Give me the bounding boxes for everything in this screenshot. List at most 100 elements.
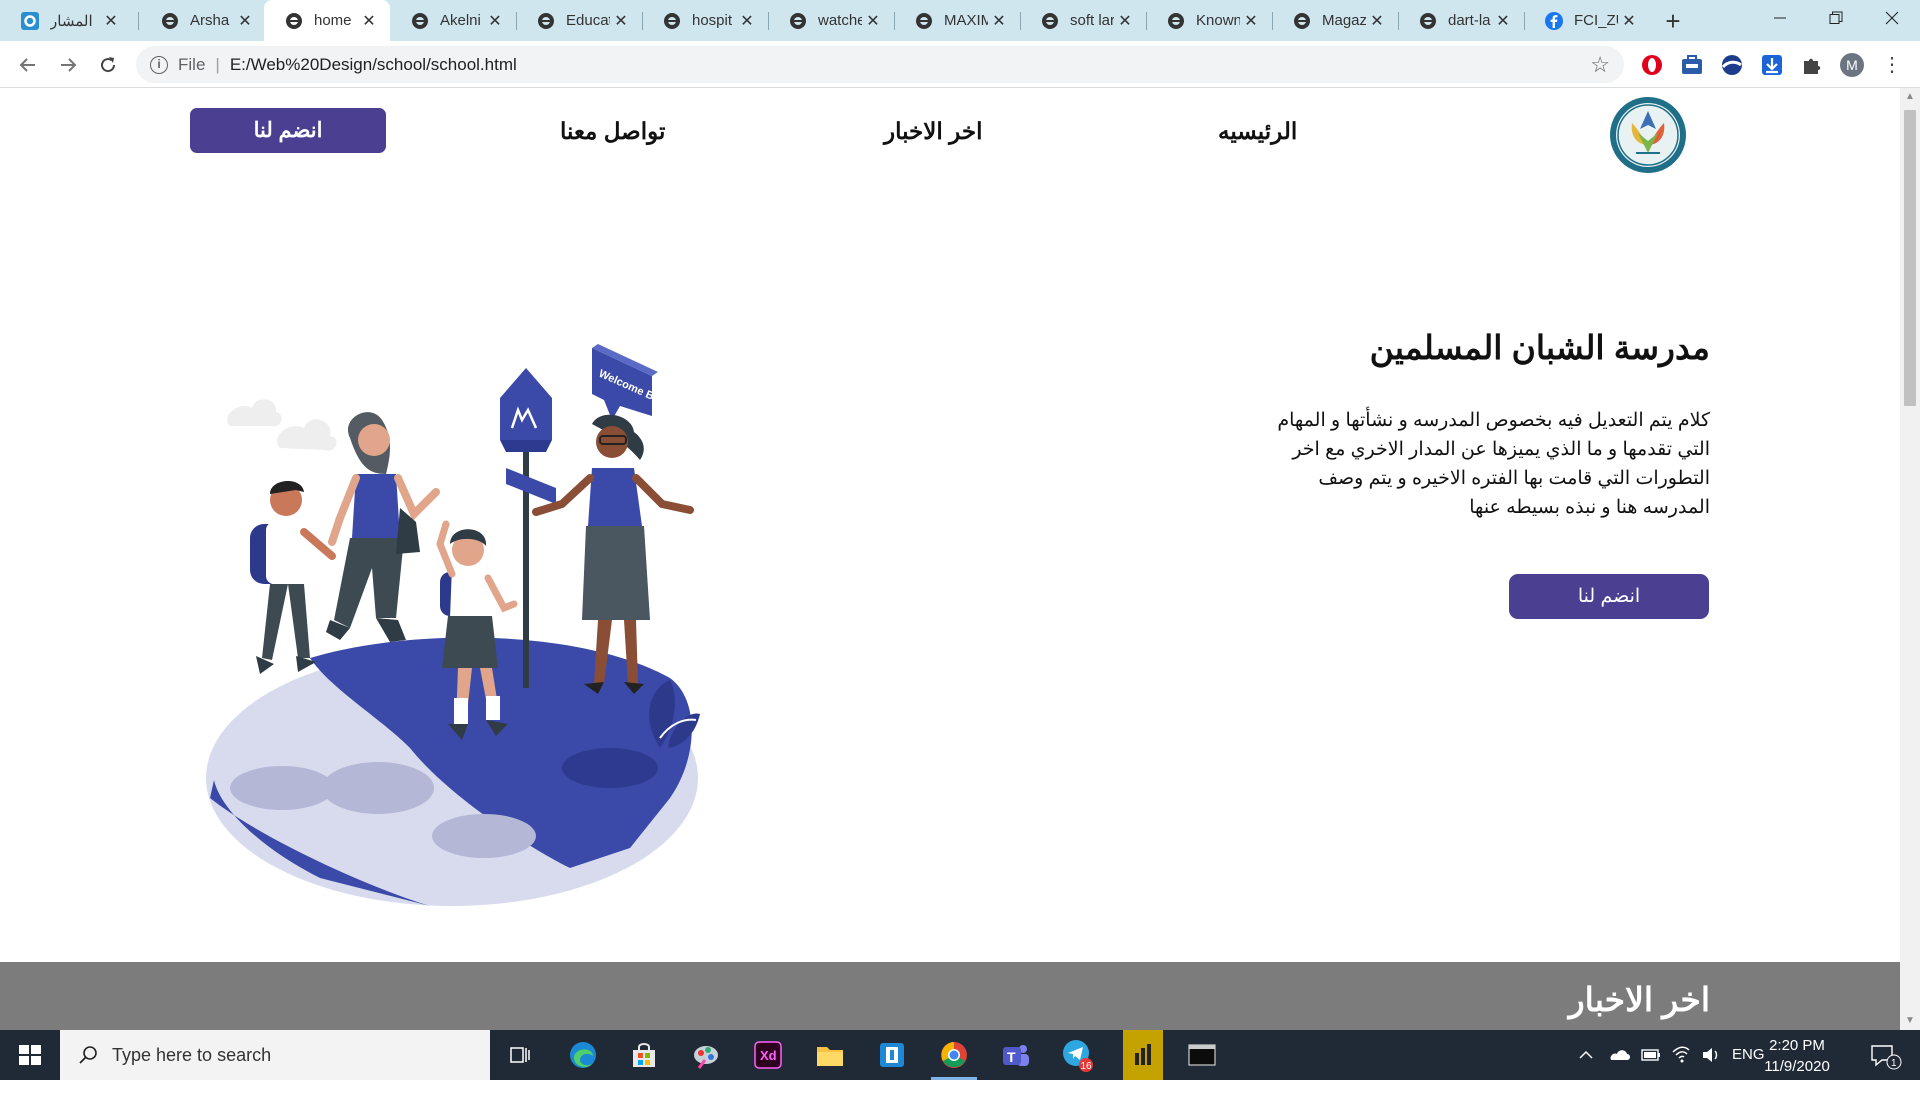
scroll-down-icon[interactable]: ▼ [1900,1012,1920,1030]
school-logo[interactable] [1608,95,1688,175]
close-tab-icon[interactable]: ✕ [234,11,256,31]
scrollbar-thumb[interactable] [1904,110,1916,406]
globe-icon [1040,11,1060,31]
tab-title: Arsha [190,12,230,29]
minimize-button[interactable] [1752,0,1808,41]
opera-extension-icon[interactable] [1640,53,1664,77]
latest-news-section: اخر الاخبار [0,962,1900,1030]
notification-center-icon[interactable]: 1 [1866,1030,1906,1080]
tab-soft-lar[interactable]: soft lar ✕ [1020,0,1146,41]
tab-home[interactable]: home ✕ [264,0,390,41]
hero-illustration: Welcome Back! [200,328,720,908]
close-tab-icon[interactable]: ✕ [484,11,506,31]
close-tab-icon[interactable]: ✕ [100,11,122,31]
onedrive-icon[interactable] [1608,1030,1630,1080]
page-scrollbar[interactable]: ▲ ▼ [1900,88,1920,1030]
task-view-icon[interactable] [503,1038,537,1072]
paint-app-icon[interactable] [689,1038,723,1072]
start-button[interactable] [0,1030,60,1080]
hero-description: كلام يتم التعديل فيه بخصوص المدرسه و نشأ… [1277,410,1710,518]
snipping-tool-icon[interactable] [875,1038,909,1072]
show-hidden-icons[interactable] [1578,1030,1594,1080]
restore-icon [1829,11,1843,24]
chrome-icon[interactable] [937,1038,971,1072]
close-tab-icon[interactable]: ✕ [1114,11,1136,31]
address-bar[interactable]: i File | E:/Web%20Design/school/school.h… [136,46,1624,83]
battery-icon[interactable] [1640,1030,1662,1080]
forward-button[interactable] [52,49,84,81]
globe-icon [788,11,808,31]
tab-watche[interactable]: watche ✕ [768,0,894,41]
facebook-icon [1544,11,1564,31]
store-icon[interactable] [627,1038,661,1072]
globe-extension-icon[interactable] [1720,53,1744,77]
tab-title: hospit [692,12,733,29]
url-text[interactable]: E:/Web%20Design/school/school.html [230,55,517,75]
close-tab-icon[interactable]: ✕ [736,11,758,31]
tab-arsha[interactable]: Arsha ✕ [140,0,266,41]
tab-educat[interactable]: Educat ✕ [516,0,642,41]
telegram-icon[interactable]: 16 [1061,1038,1095,1072]
nav-home-link[interactable]: الرئيسيه [1218,118,1297,145]
tab-dart-la[interactable]: dart-la ✕ [1398,0,1524,41]
hero-join-button[interactable]: انضم لنا [1509,574,1709,619]
file-explorer-icon[interactable] [813,1038,847,1072]
site-info-icon[interactable]: i [150,55,168,74]
tab-known[interactable]: Known ✕ [1146,0,1272,41]
restore-button[interactable] [1808,0,1864,41]
back-button[interactable] [12,49,44,81]
tab-title: Magaz [1322,12,1366,29]
close-tab-icon[interactable]: ✕ [358,11,380,31]
close-tab-icon[interactable]: ✕ [988,11,1010,31]
volume-icon[interactable] [1700,1030,1722,1080]
globe-icon [1418,11,1438,31]
adobe-xd-icon[interactable]: Xd [751,1038,785,1072]
extensions-puzzle-icon[interactable] [1800,53,1824,77]
globe-icon [284,11,304,31]
tab-magaz[interactable]: Magaz ✕ [1272,0,1398,41]
tab-maxim[interactable]: MAXIM ✕ [894,0,1020,41]
scroll-up-icon[interactable]: ▲ [1900,88,1920,106]
terminal-icon[interactable] [1185,1038,1219,1072]
nav-join-button[interactable]: انضم لنا [190,108,386,153]
new-tab-button[interactable]: + [1656,4,1690,38]
tab-fci-zu[interactable]: FCI_ZU ✕ [1524,0,1650,41]
download-extension-icon[interactable] [1760,53,1784,77]
close-window-button[interactable] [1864,0,1920,41]
tab-title: Akelni [440,12,481,29]
tab-title: Educat [566,12,610,29]
wifi-icon[interactable] [1670,1030,1692,1080]
teams-icon[interactable]: T [999,1038,1033,1072]
bookmark-star-icon[interactable]: ☆ [1590,52,1610,78]
edge-browser-icon[interactable] [566,1038,600,1072]
close-tab-icon[interactable]: ✕ [1618,11,1640,31]
tab-title: FCI_ZU [1574,12,1618,29]
site-navbar: الرئيسيه اخر الاخبار تواصل معنا انضم لنا [0,88,1900,178]
tab-hospit[interactable]: hospit ✕ [642,0,768,41]
power-bi-icon[interactable] [1123,1030,1163,1080]
briefcase-extension-icon[interactable] [1680,53,1704,77]
nav-news-link[interactable]: اخر الاخبار [884,118,982,145]
reload-button[interactable] [92,49,124,81]
globe-icon [160,11,180,31]
close-tab-icon[interactable]: ✕ [1366,11,1388,31]
close-tab-icon[interactable]: ✕ [610,11,632,31]
cloud-icon [227,399,337,451]
globe-icon [410,11,430,31]
tab-almashar[interactable]: المشار ✕ [0,0,132,41]
url-divider: | [215,54,220,74]
tab-separator [138,12,139,30]
boy-figure [250,480,336,674]
close-tab-icon[interactable]: ✕ [1240,11,1262,31]
close-tab-icon[interactable]: ✕ [862,11,884,31]
system-clock[interactable]: 2:20 PM 11/9/2020 [1752,1035,1842,1077]
browser-menu-icon[interactable]: ⋮ [1880,53,1904,77]
reload-icon [101,57,116,73]
nav-contact-link[interactable]: تواصل معنا [560,118,665,145]
svg-text:Xd: Xd [760,1048,777,1063]
taskbar-search-box[interactable]: Type here to search [60,1030,490,1080]
tab-akelni[interactable]: Akelni ✕ [390,0,516,41]
profile-avatar[interactable]: M [1840,53,1864,77]
close-tab-icon[interactable]: ✕ [1492,11,1514,31]
tab-title: dart-la [1448,12,1491,29]
